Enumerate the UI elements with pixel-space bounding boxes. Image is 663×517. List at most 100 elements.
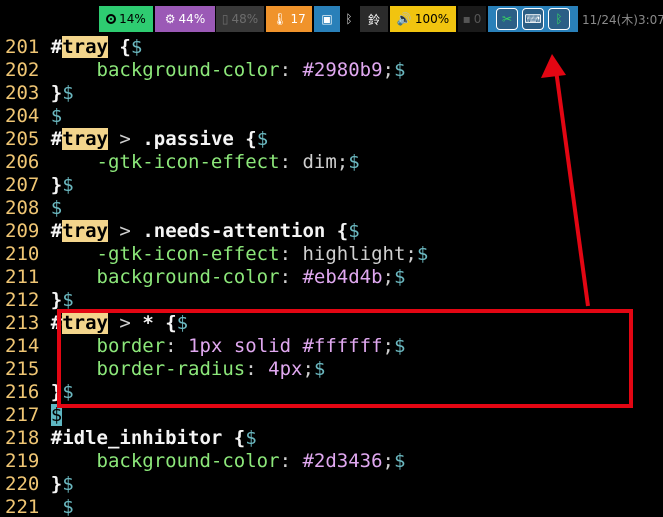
code-token: #2d3436 xyxy=(302,450,383,472)
line-number: 219 xyxy=(5,450,51,472)
window-icon: ▪ xyxy=(462,12,471,26)
code-line: 201 #tray {$ xyxy=(5,36,142,59)
line-number: 205 xyxy=(5,128,51,150)
code-line: 218 #idle_inhibitor {$ xyxy=(5,427,257,450)
line-number: 208 xyxy=(5,197,51,219)
code-token: # xyxy=(50,427,63,449)
code-token: # xyxy=(50,128,63,150)
line-number: 221 xyxy=(5,496,51,517)
code-token: idle_inhibitor { xyxy=(62,427,246,449)
code-token: #eb4d4b xyxy=(302,266,383,288)
code-token: tray xyxy=(62,220,108,242)
code-token: $ xyxy=(62,174,74,196)
code-line: 220 }$ xyxy=(5,473,74,496)
code-token: $ xyxy=(245,427,257,449)
bluetooth-tray-icon[interactable]: ᛒ xyxy=(548,8,570,30)
code-token: $ xyxy=(62,496,74,517)
code-line: 204 $ xyxy=(5,105,62,128)
line-number: 216 xyxy=(5,381,51,403)
code-line: 221 $ xyxy=(5,496,74,517)
code-token: tray xyxy=(62,36,108,58)
code-line: 203 }$ xyxy=(5,82,74,105)
code-token: : xyxy=(279,59,303,81)
cpu-module[interactable]: 14% xyxy=(99,6,153,32)
line-number: 215 xyxy=(5,358,51,380)
line-number: 218 xyxy=(5,427,51,449)
clock[interactable]: 11/24(木)3:07 xyxy=(580,6,663,32)
line-number: 220 xyxy=(5,473,51,495)
keyboard-icon[interactable]: ⌨ xyxy=(522,8,544,30)
code-token: : xyxy=(279,151,303,173)
code-token: .needs-attention { xyxy=(142,220,349,242)
code-token: $ xyxy=(393,450,406,472)
code-token: background-color xyxy=(96,450,280,472)
code-line: 202 background-color: #2980b9;$ xyxy=(5,59,405,82)
code-line: 211 background-color: #eb4d4b;$ xyxy=(5,266,405,289)
status-bar: 14% ⚙ 44% ▯ 48% 🌡 17 ▣ ᛒ 鈴 🔊 100% ▪ 0 ✂ … xyxy=(0,0,663,34)
code-token: highlight; xyxy=(302,243,417,265)
line-number: 213 xyxy=(5,312,51,334)
line-number: 202 xyxy=(5,59,51,81)
code-token: -gtk-icon-effect xyxy=(96,151,280,173)
highlight-rectangle xyxy=(57,309,633,408)
code-token: $ xyxy=(62,82,74,104)
code-token: $ xyxy=(393,59,406,81)
code-line: 210 -gtk-icon-effect: highlight;$ xyxy=(5,243,428,266)
code-token: # xyxy=(50,220,63,242)
ime-module[interactable]: 鈴 xyxy=(360,6,388,32)
memory-module[interactable]: ⚙ 44% xyxy=(155,6,215,32)
code-line: 209 #tray > .needs-attention {$ xyxy=(5,220,360,243)
code-token: #2980b9 xyxy=(302,59,383,81)
code-token: background-color xyxy=(96,266,280,288)
code-token: $ xyxy=(62,289,74,311)
line-number: 206 xyxy=(5,151,51,173)
volume-module[interactable]: 🔊 100% xyxy=(390,6,456,32)
line-number: 211 xyxy=(5,266,51,288)
code-token: ; xyxy=(382,59,394,81)
battery-module[interactable]: ▯ 48% xyxy=(216,6,264,32)
code-line: 205 #tray > .passive {$ xyxy=(5,128,268,151)
code-token: $ xyxy=(348,151,360,173)
battery-icon: ▯ xyxy=(221,12,229,26)
line-number: 207 xyxy=(5,174,51,196)
line-number: 204 xyxy=(5,105,51,127)
speaker-icon: 🔊 xyxy=(396,12,412,26)
code-token: : xyxy=(279,266,303,288)
temperature-module[interactable]: 🌡 17 xyxy=(266,6,312,32)
code-line: 208 $ xyxy=(5,197,62,220)
idle-inhibitor-module[interactable]: ▪ 0 xyxy=(458,6,486,32)
memory-value: 44% xyxy=(178,12,206,26)
cpu-icon xyxy=(106,14,117,24)
code-line: 219 background-color: #2d3436;$ xyxy=(5,450,405,473)
code-token: : xyxy=(279,450,303,472)
network-module[interactable]: ▣ xyxy=(314,6,340,32)
code-token: dim; xyxy=(302,151,349,173)
code-token: $ xyxy=(130,36,143,58)
code-token: ; xyxy=(382,266,394,288)
code-token: $ xyxy=(348,220,360,242)
bluetooth-module[interactable]: ᛒ xyxy=(340,6,358,32)
code-token: $ xyxy=(393,266,406,288)
code-token: ; xyxy=(382,450,394,472)
system-tray: ✂ ⌨ ᛒ xyxy=(488,6,578,32)
idle-value: 0 xyxy=(473,12,482,26)
code-line: 206 -gtk-icon-effect: dim;$ xyxy=(5,151,360,174)
scissors-icon[interactable]: ✂ xyxy=(496,8,518,30)
line-number: 209 xyxy=(5,220,51,242)
line-number: 201 xyxy=(5,36,51,58)
code-token: } xyxy=(50,289,63,311)
terminal-editor[interactable]: 201 #tray {$ 202 background-color: #2980b… xyxy=(0,34,663,517)
code-token: # xyxy=(50,36,63,58)
ime-indicator: 鈴 xyxy=(367,12,380,27)
code-token: $ xyxy=(416,243,429,265)
code-token: $ xyxy=(256,128,269,150)
line-number: 210 xyxy=(5,243,51,265)
network-icon: ▣ xyxy=(321,12,333,26)
code-token: } xyxy=(50,82,63,104)
